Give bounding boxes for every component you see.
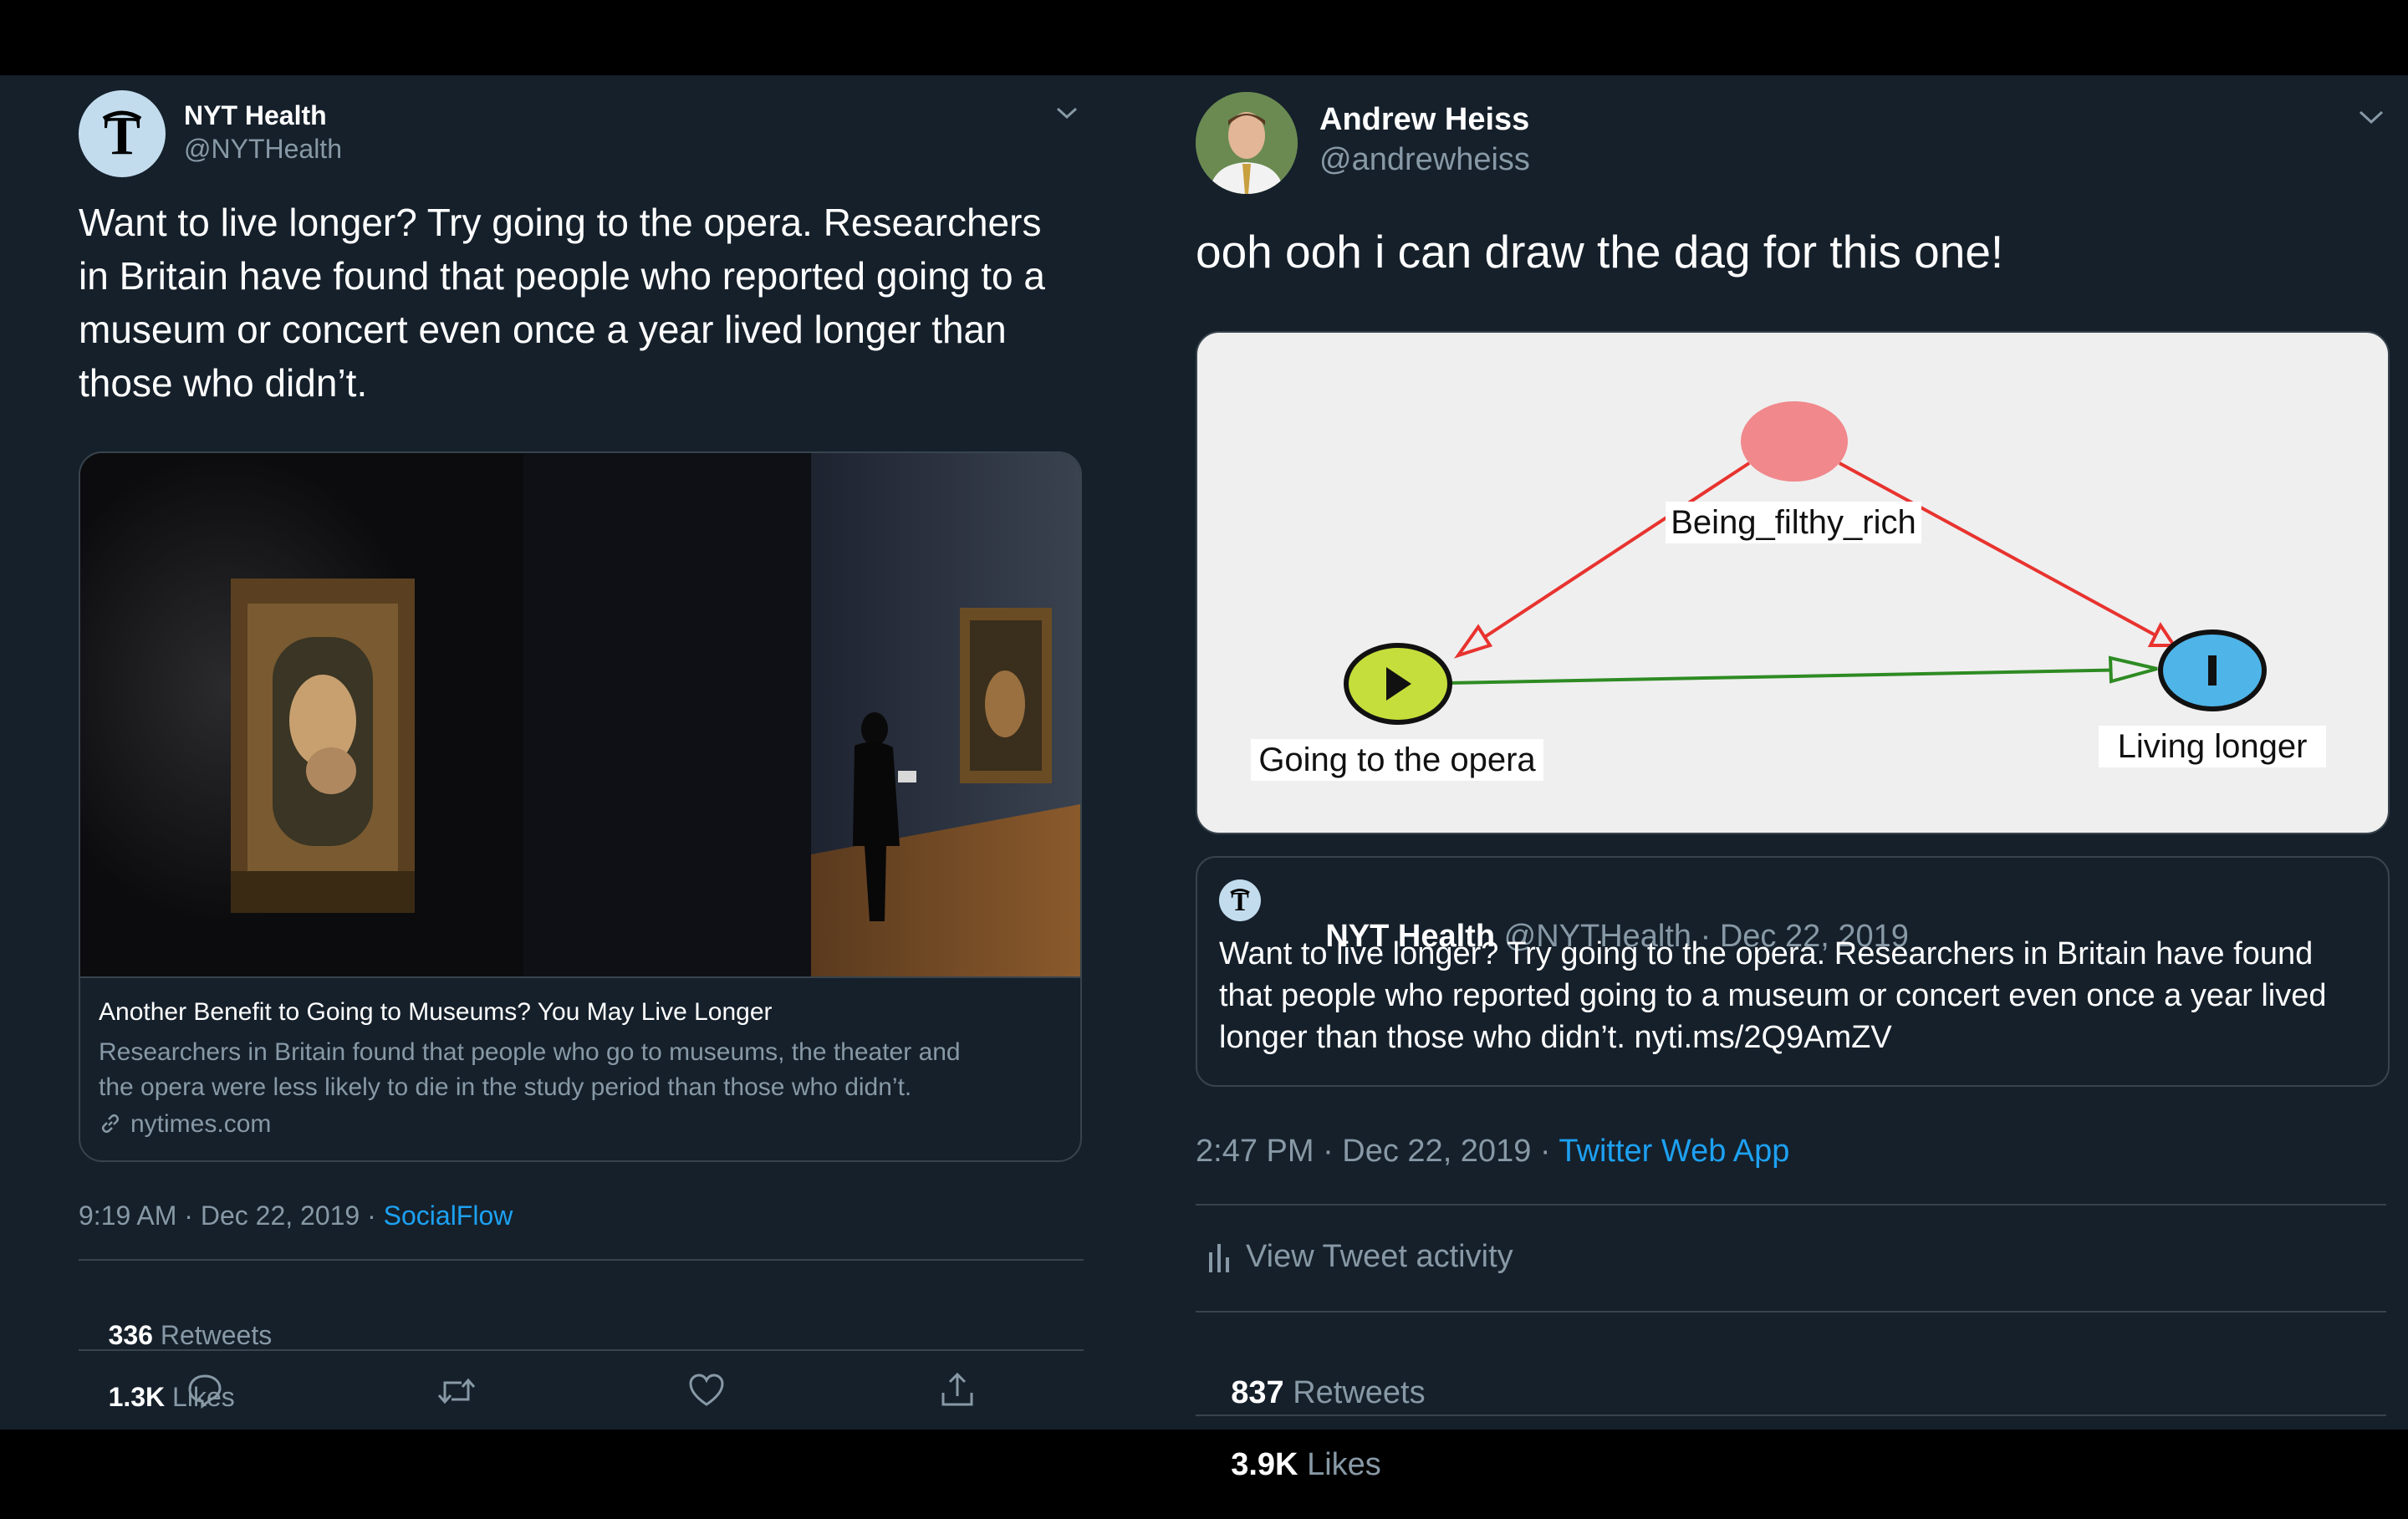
link-card-description: Researchers in Britain found that people… (99, 1035, 961, 1105)
right-chevron-down-icon[interactable] (2358, 109, 2385, 125)
label-exposure: Going to the opera (1258, 742, 1536, 778)
right-timestamp[interactable]: 2:47 PM · Dec 22, 2019 · (1196, 1134, 1559, 1169)
retweets-stat[interactable]: 837 Retweets (1231, 1375, 1425, 1410)
divider (1196, 1311, 2386, 1313)
link-icon (99, 1112, 122, 1135)
link-card-domain: nytimes.com (130, 1110, 272, 1138)
retweets-count: 837 (1231, 1375, 1284, 1410)
quoted-tweet[interactable]: T NYT Health @NYTHealth · Dec 22, 2019 W… (1196, 856, 2390, 1087)
tweet-text-line: those who didn’t. (79, 361, 368, 405)
label-confounder: Being_filthy_rich (1671, 504, 1916, 541)
divider (1196, 1415, 2386, 1416)
left-author-handle[interactable]: @NYTHealth (184, 134, 342, 165)
analytics-icon (1209, 1244, 1229, 1272)
link-card[interactable]: Another Benefit to Going to Museums? You… (79, 451, 1082, 1162)
description-line: Researchers in Britain found that people… (99, 1038, 961, 1066)
description-line: the opera were less likely to die in the… (99, 1073, 912, 1101)
retweets-count: 336 (108, 1320, 153, 1350)
retweet-icon[interactable] (436, 1373, 477, 1409)
right-stats-row: 837 Retweets 3.9K Likes (1196, 1339, 1425, 1519)
right-timestamp-row: 2:47 PM · Dec 22, 2019 · Twitter Web App (1196, 1134, 1789, 1170)
nyt-logo-icon: T (102, 105, 142, 166)
edge-arrowhead (2147, 622, 2177, 647)
likes-label: Likes (1307, 1447, 1381, 1482)
quoted-text-line: Want to live longer? Try going to the op… (1219, 936, 2314, 971)
museum-photo (80, 453, 1080, 976)
left-timestamp-row: 9:19 AM · Dec 22, 2019 · SocialFlow (79, 1200, 513, 1231)
quoted-text-line: longer than those who didn’t. nyti.ms/2Q… (1219, 1020, 1892, 1055)
like-icon[interactable] (687, 1373, 726, 1408)
share-icon[interactable] (938, 1371, 977, 1409)
tweets-panel: T NYT Health @NYTHealth Want to live lon… (0, 75, 2408, 1482)
edge-confounder-outcome (1839, 461, 2158, 638)
right-source-link[interactable]: Twitter Web App (1559, 1134, 1789, 1169)
divider (1196, 1204, 2386, 1206)
quoted-text: Want to live longer? Try going to the op… (1219, 933, 2326, 1058)
edge-confounder-exposure (1472, 461, 1751, 646)
right-author-handle[interactable]: @andrewheiss (1319, 142, 1530, 178)
profile-photo (1196, 92, 1298, 194)
retweets-label: Retweets (1293, 1375, 1426, 1410)
edge-arrowhead (1453, 624, 1493, 659)
quoted-text-line: that people who reported going to a muse… (1219, 978, 2327, 1013)
divider (79, 1349, 1084, 1351)
edge-arrowhead (2108, 655, 2158, 684)
left-source-link[interactable]: SocialFlow (384, 1200, 513, 1231)
node-confounder (1741, 401, 1848, 482)
link-card-title: Another Benefit to Going to Museums? You… (99, 998, 773, 1026)
left-stats-row: 336 Retweets 1.3K Likes (79, 1289, 273, 1444)
dag-diagram: Being_filthy_rich Going to the opera Liv… (1251, 401, 2326, 781)
label-outcome: Living longer (2118, 728, 2308, 765)
edge-exposure-outcome (1447, 668, 2138, 685)
likes-count: 1.3K (108, 1382, 166, 1412)
left-tweet-text: Want to live longer? Try going to the op… (79, 196, 1099, 410)
quoted-avatar: T (1219, 879, 1261, 921)
left-timestamp[interactable]: 9:19 AM · Dec 22, 2019 · (79, 1200, 384, 1231)
likes-stat[interactable]: 3.9K Likes (1231, 1447, 1381, 1482)
right-author-name[interactable]: Andrew Heiss (1319, 102, 1529, 138)
nyt-logo-icon: T (1230, 886, 1250, 916)
outcome-marker-icon (2208, 655, 2217, 686)
right-tweet-text: ooh ooh i can draw the dag for this one! (1196, 226, 2004, 278)
retweets-stat[interactable]: 336 Retweets (109, 1320, 273, 1350)
tweet-text-line: museum or concert even once a year lived… (79, 308, 1007, 351)
reply-icon[interactable] (186, 1371, 224, 1409)
activity-label: View Tweet activity (1246, 1239, 1513, 1274)
tweet-text-line: in Britain have found that people who re… (79, 254, 1045, 298)
andrew-avatar[interactable] (1196, 92, 1298, 194)
nyt-avatar[interactable]: T (79, 90, 166, 177)
divider (79, 1259, 1084, 1261)
left-chevron-down-icon[interactable] (1055, 105, 1079, 120)
left-author-name[interactable]: NYT Health (184, 100, 327, 131)
dag-image-card[interactable]: Being_filthy_rich Going to the opera Liv… (1196, 331, 2390, 834)
tweet-text-line: Want to live longer? Try going to the op… (79, 201, 1042, 244)
retweets-label: Retweets (160, 1320, 273, 1350)
likes-count: 3.9K (1231, 1447, 1298, 1482)
